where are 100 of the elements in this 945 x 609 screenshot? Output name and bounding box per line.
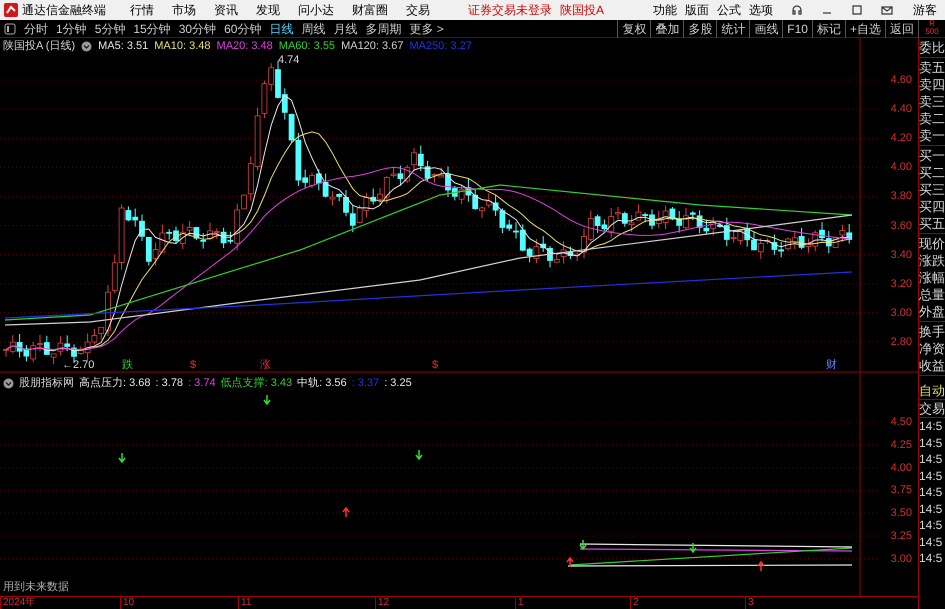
corner-value: 500 (925, 28, 939, 36)
trade-time: 14:5 (919, 484, 944, 500)
trade-time: 14:5 (919, 434, 944, 451)
indicator-value: MA120: 3.67 (341, 39, 404, 53)
menu-item[interactable]: 问小达 (298, 3, 334, 17)
trade-header: 交易 (919, 400, 945, 418)
quote-label: 卖三 (919, 93, 945, 110)
down-arrow-icon (689, 542, 697, 554)
period-tab[interactable]: 月线 (333, 20, 358, 38)
quote-label: 总量 (919, 286, 945, 303)
up-arrow-icon (757, 560, 765, 572)
date-label: 10 (120, 597, 134, 609)
indicator-value: 低点支撑: 3.43 (220, 376, 292, 390)
axis-label: 4.00 (890, 462, 912, 474)
trade-time: 14:5 (919, 418, 944, 434)
mail-icon[interactable] (881, 4, 893, 16)
axis-label: 3.00 (890, 552, 912, 565)
trade-time: 14:5 (919, 534, 944, 550)
high-price-label: 4.74 (278, 54, 300, 66)
toolbar-button[interactable]: F10 (782, 20, 812, 38)
date-label: 2 (630, 597, 639, 609)
trade-time: 14:5 (919, 451, 944, 468)
axis-label: 2.80 (890, 336, 912, 348)
toolbar-button[interactable]: 标记 (812, 20, 845, 38)
menu-item[interactable]: 资讯 (214, 3, 238, 17)
app-title: 通达信金融终端 (22, 3, 106, 17)
menu-item[interactable]: 版面 (685, 3, 709, 17)
period-tab[interactable]: 分时 (24, 20, 48, 38)
event-marker: 财 (826, 359, 837, 371)
login-notice: 证券交易未登录 (468, 3, 552, 17)
axis-label: 4.25 (890, 438, 912, 451)
quote-label: 买四 (919, 198, 945, 215)
up-arrow-icon (566, 556, 574, 568)
period-tab[interactable]: 日线 (269, 20, 294, 38)
axis-label: 3.00 (890, 306, 912, 319)
quote-label: 净资 (919, 340, 945, 357)
period-tab[interactable]: 5分钟 (94, 20, 126, 38)
quote-label: 卖一 (919, 127, 945, 144)
indicator-value: 中轨: 3.56 (297, 376, 347, 390)
dropdown-icon[interactable] (81, 40, 92, 52)
axis-label: 3.25 (890, 530, 912, 542)
menu-item[interactable]: 交易 (406, 3, 430, 17)
menu-item[interactable]: 发现 (256, 3, 280, 17)
down-arrow-icon (579, 539, 587, 550)
down-arrow-icon (118, 452, 126, 464)
down-arrow-icon (415, 449, 423, 460)
down-arrow-icon (263, 394, 271, 406)
menu-item[interactable]: 选项 (749, 3, 773, 17)
axis-label: 3.20 (890, 278, 912, 290)
logo-icon (4, 3, 18, 17)
quote-label: 卖四 (919, 76, 945, 93)
menu-item[interactable]: 行情 (130, 3, 154, 17)
period-tab[interactable]: 15分钟 (133, 20, 171, 38)
period-tab[interactable]: 30分钟 (178, 20, 216, 38)
event-marker: $ (190, 359, 196, 371)
axis-label: 4.00 (890, 161, 912, 174)
trade-time: 14:5 (919, 500, 944, 517)
quote-label: 涨幅 (919, 269, 945, 286)
user-label: 游客 (913, 3, 937, 17)
period-tab[interactable]: 1分钟 (56, 20, 87, 38)
event-marker: 跌 (122, 359, 133, 371)
dropdown-icon[interactable] (3, 378, 14, 388)
maximize-icon[interactable] (851, 4, 863, 16)
toolbar-button[interactable]: 多股 (683, 20, 716, 38)
event-marker: 涨 (260, 359, 271, 371)
toolbar-button[interactable]: 返回 (885, 20, 918, 38)
up-arrow-icon (342, 506, 350, 518)
axis-label: 4.40 (890, 103, 912, 116)
quote-label: 买一 (919, 147, 945, 164)
axis-label: 4.20 (890, 132, 912, 144)
menu-item[interactable]: 财富圈 (352, 3, 388, 17)
period-tab[interactable]: 更多 > (409, 20, 444, 38)
date-label: 2024年 (0, 597, 36, 609)
panel-toggle-icon[interactable] (4, 22, 16, 34)
indicator-value: : 3.37 (352, 376, 380, 390)
indicator-value: MA250: 3.27 (409, 39, 472, 53)
axis-label: 3.50 (890, 507, 912, 520)
axis-label: 4.50 (890, 416, 912, 428)
toolbar-button[interactable]: 统计 (716, 20, 750, 38)
menu-item[interactable]: 公式 (717, 3, 741, 17)
auto-tab[interactable]: 自动 (919, 382, 945, 400)
period-tab[interactable]: 周线 (301, 20, 326, 38)
date-label: 1 (515, 597, 524, 609)
corner-label: R (929, 20, 935, 28)
toolbar-button[interactable]: 画线 (749, 20, 782, 38)
chart-title: 陕国投A (日线) (3, 39, 76, 53)
period-tab[interactable]: 多周期 (365, 20, 402, 38)
quote-label: 涨跌 (919, 252, 945, 269)
period-tab[interactable]: 60分钟 (224, 20, 262, 38)
headset-icon[interactable] (791, 4, 803, 16)
quote-label: 现价 (919, 235, 945, 252)
menu-item[interactable]: 市场 (172, 3, 196, 17)
menu-item[interactable]: 功能 (653, 3, 677, 17)
stock-name: 陕国投A (560, 3, 604, 17)
indicator-name: 股朋指标网 (19, 376, 74, 390)
axis-label: 3.60 (890, 220, 912, 232)
date-label: 3 (745, 597, 754, 609)
toolbar-button[interactable]: +自选 (844, 20, 885, 38)
toolbar-button[interactable]: 复权 (617, 20, 650, 38)
toolbar-button[interactable]: 叠加 (650, 20, 684, 38)
